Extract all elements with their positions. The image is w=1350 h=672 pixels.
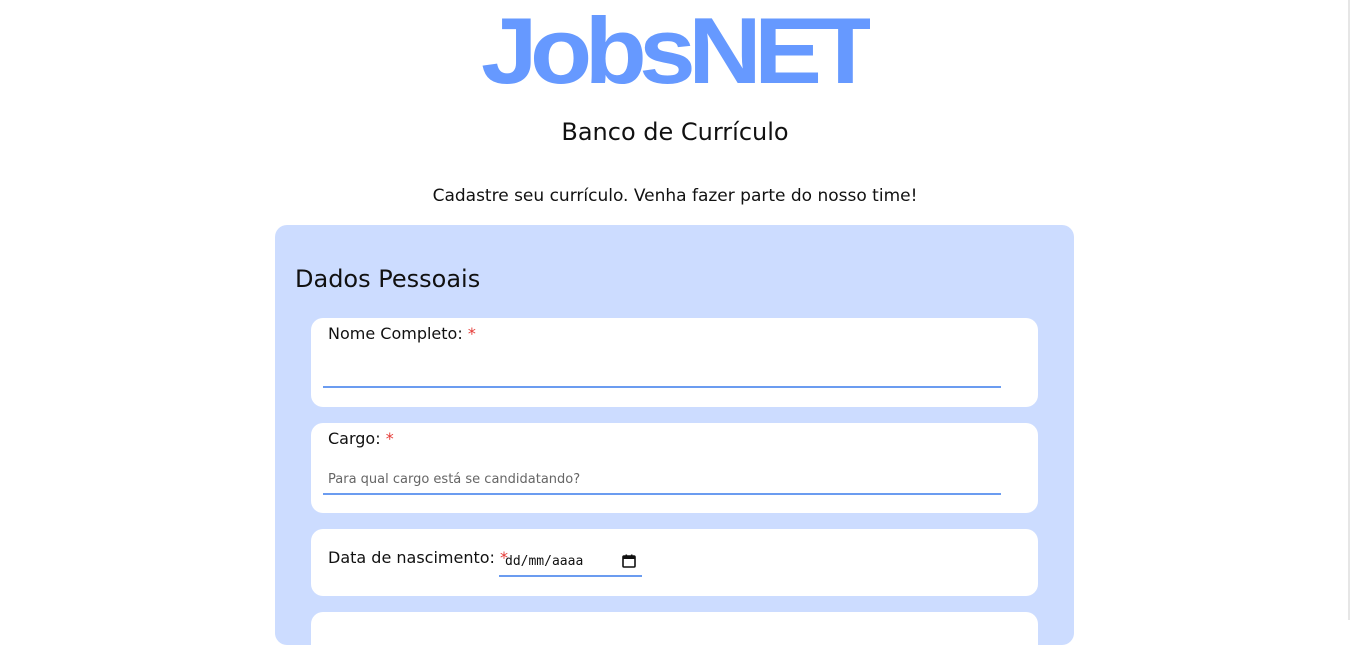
full-name-label: Nome Completo: *: [328, 324, 476, 343]
svg-text:JobsNET: JobsNET: [481, 8, 870, 88]
resume-form-panel: Dados Pessoais Nome Completo: * Cargo: *…: [275, 225, 1074, 672]
page-subtitle: Banco de Currículo: [561, 118, 789, 146]
position-input[interactable]: [323, 465, 1001, 495]
calendar-icon[interactable]: [622, 554, 636, 568]
full-name-input[interactable]: [323, 358, 1001, 388]
required-mark: *: [385, 429, 394, 448]
field-card-next: [311, 612, 1038, 672]
section-title-personal-data: Dados Pessoais: [295, 265, 481, 293]
birth-date-placeholder: dd/mm/aaaa: [505, 553, 584, 569]
page-tagline: Cadastre seu currículo. Venha fazer part…: [432, 186, 918, 206]
position-label: Cargo: *: [328, 429, 394, 448]
field-card-full-name: Nome Completo: *: [311, 318, 1038, 407]
position-label-text: Cargo:: [328, 429, 381, 448]
birth-date-label: Data de nascimento: *: [328, 548, 508, 567]
field-card-position: Cargo: *: [311, 423, 1038, 513]
birth-date-input[interactable]: dd/mm/aaaa: [499, 547, 642, 577]
required-mark: *: [467, 324, 476, 343]
jobsnet-logo: JobsNET: [480, 8, 870, 88]
birth-date-label-text: Data de nascimento:: [328, 548, 495, 567]
field-card-birth-date: Data de nascimento: * dd/mm/aaaa: [311, 529, 1038, 596]
full-name-label-text: Nome Completo:: [328, 324, 463, 343]
